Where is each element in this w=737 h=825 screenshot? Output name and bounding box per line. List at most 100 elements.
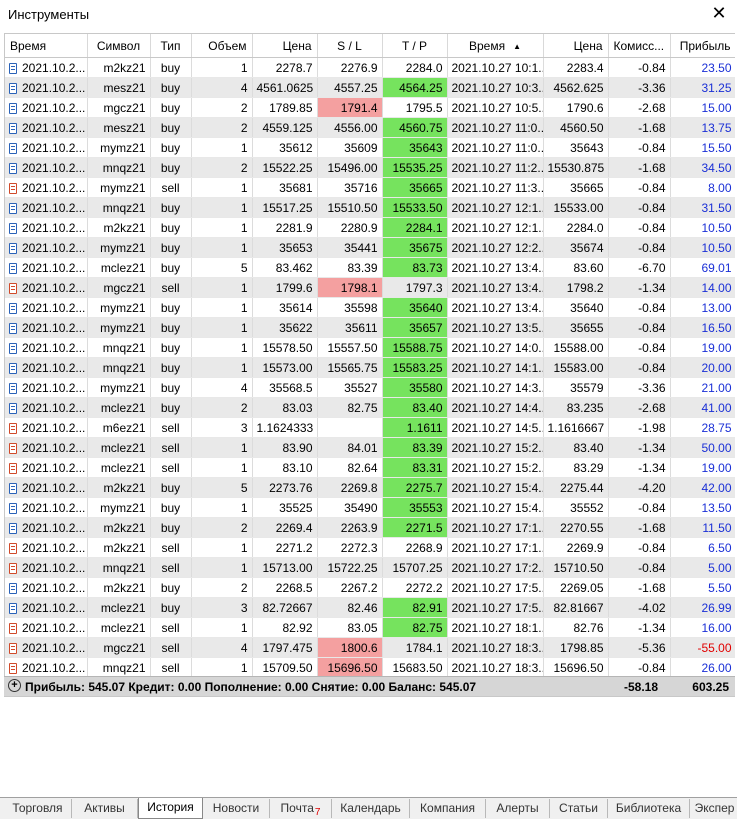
table-row[interactable]: 2021.10.2... mesz21 buy 4 4561.0625 4557.25 45… (5, 77, 735, 98)
cell-type: buy (150, 77, 192, 98)
tab-2[interactable]: Активы (72, 799, 138, 818)
table-row[interactable]: 2021.10.2... mclez21 sell 1 82.92 83.05 82.75 2… (5, 617, 735, 638)
col-commission[interactable]: Комисс... (608, 34, 671, 58)
table-row[interactable]: 2021.10.2... m2kz21 buy 2 2269.4 2263.9 2271.5… (5, 517, 735, 538)
cell-open-price: 1799.6 (252, 277, 318, 298)
table-row[interactable]: 2021.10.2... mclez21 buy 5 83.462 83.39 83.73 2… (5, 257, 735, 278)
cell-open-time: 2021.10.2... (5, 317, 88, 338)
cell-take-profit: 83.39 (382, 437, 448, 458)
buy-order-icon (9, 242, 17, 254)
tab-10[interactable]: Библиотека (608, 799, 690, 818)
cell-type: buy (150, 197, 192, 218)
col-profit[interactable]: Прибыль (670, 34, 735, 58)
cell-volume: 1 (191, 237, 253, 258)
cell-open-price: 15578.50 (252, 337, 318, 358)
table-row[interactable]: 2021.10.2... m2kz21 buy 5 2273.76 2269.8 2275.… (5, 477, 735, 498)
cell-take-profit: 35580 (382, 377, 448, 398)
cell-type: buy (150, 257, 192, 278)
cell-close-price: 1.1616667 (543, 417, 609, 438)
table-row[interactable]: 2021.10.2... mesz21 buy 2 4559.125 4556.00 456… (5, 117, 735, 138)
buy-order-icon (9, 482, 17, 494)
table-row[interactable]: 2021.10.2... m6ez21 sell 3 1.1624333 1.1611 20… (5, 417, 735, 438)
table-row[interactable]: 2021.10.2... mymz21 buy 1 35622 35611 35657 202… (5, 317, 735, 338)
col-symbol[interactable]: Символ (87, 34, 151, 58)
tab-8[interactable]: Алерты (486, 799, 550, 818)
cell-take-profit: 2275.7 (382, 477, 448, 498)
tab-11[interactable]: Экспер (690, 799, 737, 818)
header-row: Время Символ Тип Объем Цена S / L T / P … (5, 34, 735, 58)
tab-3[interactable]: История (138, 798, 203, 819)
table-row[interactable]: 2021.10.2... mclez21 buy 2 83.03 82.75 83.40 20… (5, 397, 735, 418)
col-take-profit[interactable]: T / P (382, 34, 448, 58)
col-open-price[interactable]: Цена (252, 34, 318, 58)
close-icon[interactable]: ✕ (709, 3, 729, 23)
cell-close-price: 35674 (543, 237, 609, 258)
table-row[interactable]: 2021.10.2... mymz21 buy 1 35525 35490 35553 202… (5, 497, 735, 518)
table-row[interactable]: 2021.10.2... mgcz21 sell 1 1799.6 1798.1 1797.… (5, 277, 735, 298)
tab-9[interactable]: Статьи (550, 799, 608, 818)
table-row[interactable]: 2021.10.2... mnqz21 buy 1 15517.25 15510.50 15… (5, 197, 735, 218)
table-row[interactable]: 2021.10.2... mnqz21 sell 1 15709.50 15696.50 1… (5, 657, 735, 678)
cell-open-price: 35568.5 (252, 377, 318, 398)
cell-profit: 20.00 (670, 357, 735, 378)
table-row[interactable]: 2021.10.2... m2kz21 buy 2 2268.5 2267.2 2272.2… (5, 577, 735, 598)
table-row[interactable]: 2021.10.2... mclez21 sell 1 83.10 82.64 83.31 2… (5, 457, 735, 478)
cell-stop-loss: 82.75 (317, 397, 383, 418)
cell-profit: 34.50 (670, 157, 735, 178)
tab-1[interactable]: Торговля (4, 799, 72, 818)
expand-plus-icon[interactable]: + (8, 679, 21, 692)
cell-open-time: 2021.10.2... (5, 497, 88, 518)
tab-5[interactable]: Почта7 (270, 799, 332, 818)
table-row[interactable]: 2021.10.2... mclez21 buy 3 82.72667 82.46 82.9… (5, 597, 735, 618)
cell-close-price: 83.40 (543, 437, 609, 458)
table-row[interactable]: 2021.10.2... m2kz21 buy 1 2281.9 2280.9 2284.1… (5, 217, 735, 238)
table-row[interactable]: 2021.10.2... m2kz21 sell 1 2271.2 2272.3 2268.… (5, 537, 735, 558)
cell-profit: 31.25 (670, 77, 735, 98)
cell-take-profit: 15583.25 (382, 357, 448, 378)
cell-open-price: 2269.4 (252, 517, 318, 538)
cell-symbol: mgcz21 (87, 97, 151, 118)
table-row[interactable]: 2021.10.2... mymz21 buy 4 35568.5 35527 35580 2… (5, 377, 735, 398)
table-row[interactable]: 2021.10.2... mnqz21 buy 1 15573.00 15565.75 15… (5, 357, 735, 378)
cell-open-price: 2268.5 (252, 577, 318, 598)
cell-open-price: 2271.2 (252, 537, 318, 558)
cell-open-price: 2273.76 (252, 477, 318, 498)
table-row[interactable]: 2021.10.2... mymz21 sell 1 35681 35716 35665 20… (5, 177, 735, 198)
table-row[interactable]: 2021.10.2... mymz21 buy 1 35653 35441 35675 202… (5, 237, 735, 258)
cell-open-time: 2021.10.2... (5, 397, 88, 418)
cell-close-time: 2021.10.27 17:1... (447, 537, 544, 558)
col-close-time[interactable]: Время ▲ (447, 34, 544, 58)
col-stop-loss[interactable]: S / L (317, 34, 383, 58)
cell-close-price: 1798.85 (543, 637, 609, 658)
table-row[interactable]: 2021.10.2... mnqz21 buy 1 15578.50 15557.50 15… (5, 337, 735, 358)
table-row[interactable]: 2021.10.2... mymz21 buy 1 35612 35609 35643 202… (5, 137, 735, 158)
col-open-time[interactable]: Время (5, 34, 88, 58)
table-row[interactable]: 2021.10.2... mymz21 buy 1 35614 35598 35640 202… (5, 297, 735, 318)
cell-profit: 15.00 (670, 97, 735, 118)
cell-profit: 28.75 (670, 417, 735, 438)
table-row[interactable]: 2021.10.2... mgcz21 buy 2 1789.85 1791.4 1795.… (5, 97, 735, 118)
table-row[interactable]: 2021.10.2... mnqz21 buy 2 15522.25 15496.00 15… (5, 157, 735, 178)
cell-symbol: m2kz21 (87, 577, 151, 598)
cell-take-profit: 83.73 (382, 257, 448, 278)
cell-symbol: m2kz21 (87, 217, 151, 238)
cell-stop-loss: 35527 (317, 377, 383, 398)
table-row[interactable]: 2021.10.2... mclez21 sell 1 83.90 84.01 83.39 2… (5, 437, 735, 458)
table-row[interactable]: 2021.10.2... m2kz21 buy 1 2278.7 2276.9 2284.0… (5, 57, 735, 78)
table-row[interactable]: 2021.10.2... mnqz21 sell 1 15713.00 15722.25 1… (5, 557, 735, 578)
cell-commission: -1.68 (608, 577, 671, 598)
history-rows: 2021.10.2... m2kz21 buy 1 2278.7 2276.9 2284.0… (5, 57, 735, 678)
tab-4[interactable]: Новости (203, 799, 270, 818)
cell-type: buy (150, 397, 192, 418)
cell-profit: 10.50 (670, 217, 735, 238)
cell-open-time: 2021.10.2... (5, 197, 88, 218)
tab-7[interactable]: Компания (410, 799, 486, 818)
cell-take-profit: 15683.50 (382, 657, 448, 678)
table-row[interactable]: 2021.10.2... mgcz21 sell 4 1797.475 1800.6 178… (5, 637, 735, 658)
col-type[interactable]: Тип (150, 34, 192, 58)
tab-6[interactable]: Календарь (332, 799, 410, 818)
cell-profit: 10.50 (670, 237, 735, 258)
col-volume[interactable]: Объем (191, 34, 253, 58)
cell-open-price: 35525 (252, 497, 318, 518)
col-close-price[interactable]: Цена (543, 34, 609, 58)
